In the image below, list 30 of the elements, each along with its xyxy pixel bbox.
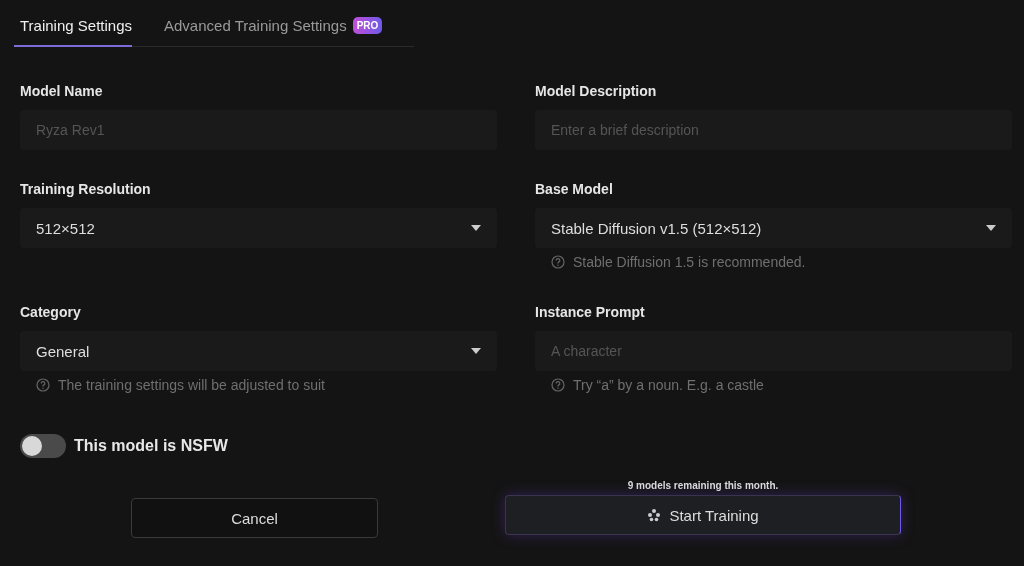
nodes-icon bbox=[647, 508, 662, 522]
help-icon bbox=[551, 255, 565, 269]
tab[interactable]: Advanced Training Settings PRO bbox=[158, 0, 383, 47]
input-field[interactable]: Enter a brief description bbox=[535, 110, 1012, 150]
start-training-button[interactable]: Start Training bbox=[505, 495, 901, 535]
field-label: Model Description bbox=[535, 83, 658, 99]
caret-icon bbox=[471, 348, 481, 354]
input-field[interactable]: Ryza Rev1 bbox=[20, 110, 497, 150]
select-field[interactable]: General bbox=[20, 331, 497, 371]
select-field[interactable]: Stable Diffusion v1.5 (512×512) bbox=[535, 208, 1012, 248]
tab[interactable]: Training Settings bbox=[14, 0, 132, 47]
field-label: Model Name bbox=[20, 83, 104, 99]
select-field[interactable]: 512×512 bbox=[20, 208, 497, 248]
field-label: Instance Prompt bbox=[535, 304, 646, 320]
help-icon bbox=[551, 378, 565, 392]
toggle-switch[interactable] bbox=[20, 434, 66, 458]
input-field[interactable]: A character bbox=[535, 331, 1012, 371]
field-label: Training Resolution bbox=[20, 181, 152, 197]
hint-text: The training settings will be adjusted to suit bbox=[58, 377, 325, 393]
caret-icon bbox=[986, 225, 996, 231]
pro-badge: PRO bbox=[352, 17, 383, 34]
help-icon bbox=[36, 378, 50, 392]
hint-text: Stable Diffusion 1.5 is recommended. bbox=[573, 254, 806, 270]
toggle-label: This model is NSFW bbox=[74, 437, 228, 455]
caret-icon bbox=[471, 225, 481, 231]
remaining-text: 9 models remaining this month. bbox=[627, 480, 779, 491]
cancel-button[interactable]: Cancel bbox=[131, 498, 378, 538]
field-label: Base Model bbox=[535, 181, 614, 197]
field-label: Category bbox=[20, 304, 82, 320]
hint-text: Try “a” by a noun. E.g. a castle bbox=[573, 377, 764, 393]
